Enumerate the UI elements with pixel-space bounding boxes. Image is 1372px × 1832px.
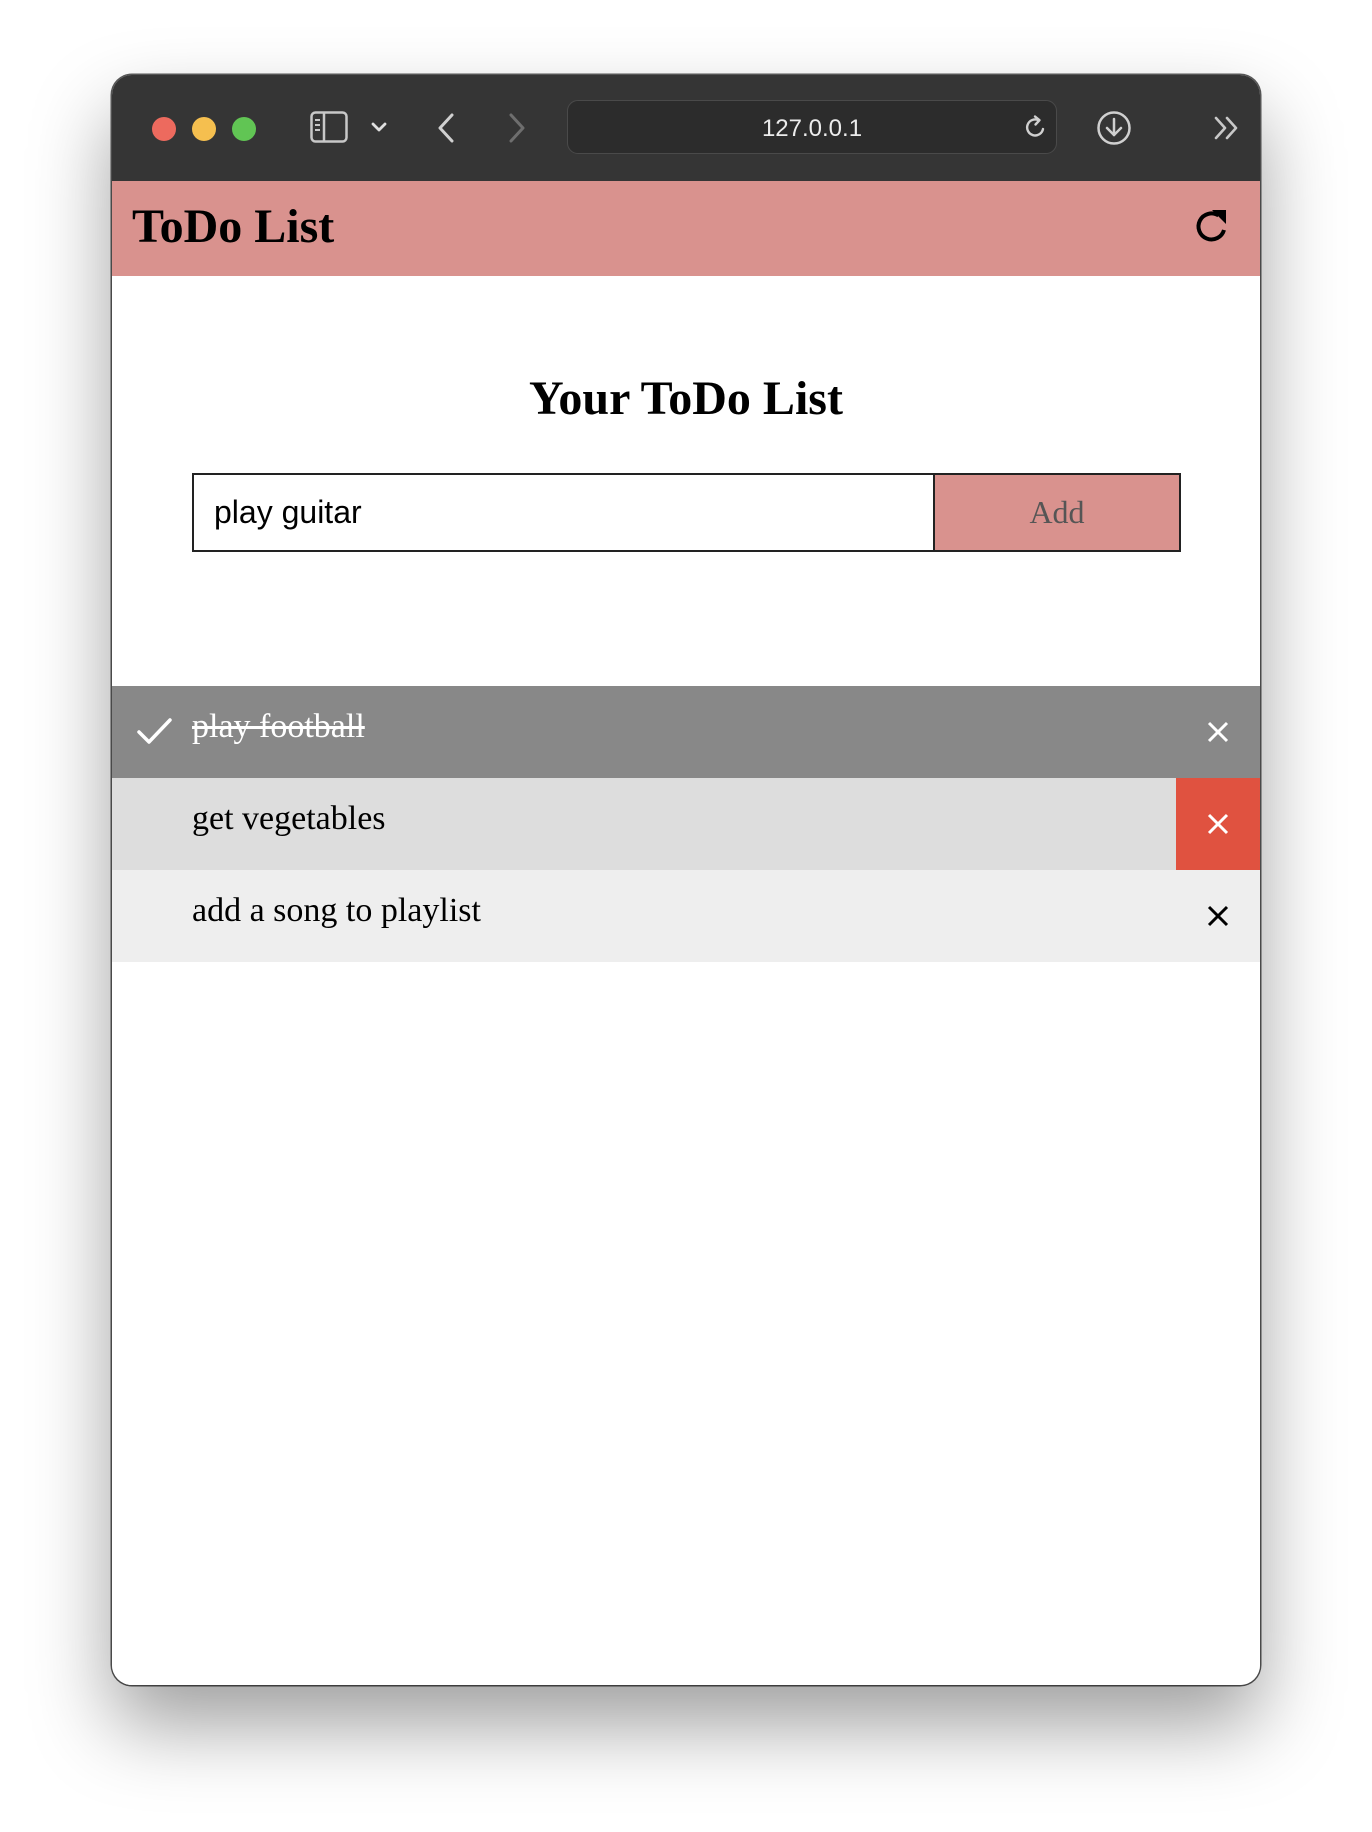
- zoom-window-button[interactable]: [232, 117, 256, 141]
- page-content: ToDo List Your ToDo List Add play footba…: [112, 181, 1260, 1685]
- delete-item-button[interactable]: [1176, 686, 1260, 778]
- sidebar-icon[interactable]: [310, 111, 348, 143]
- reload-icon[interactable]: [1024, 114, 1048, 140]
- back-icon[interactable]: [434, 112, 458, 144]
- delete-item-button[interactable]: [1176, 870, 1260, 962]
- list-heading: Your ToDo List: [529, 372, 843, 425]
- todo-item-text: play football: [192, 708, 365, 745]
- close-icon: [1207, 813, 1229, 835]
- close-icon: [1207, 721, 1229, 743]
- refresh-icon[interactable]: [1191, 206, 1233, 248]
- todo-list: play football get vegetables add a song …: [112, 686, 1260, 962]
- chevrons-right-icon[interactable]: [1212, 115, 1242, 141]
- forward-icon[interactable]: [505, 112, 529, 144]
- address-bar[interactable]: 127.0.0.1: [567, 100, 1057, 154]
- check-icon: [137, 718, 172, 744]
- todo-item-text: get vegetables: [192, 800, 386, 837]
- minimize-window-button[interactable]: [192, 117, 216, 141]
- close-window-button[interactable]: [152, 117, 176, 141]
- app-header: ToDo List: [112, 181, 1260, 276]
- chevron-down-icon[interactable]: [370, 120, 388, 134]
- delete-item-button[interactable]: [1176, 778, 1260, 870]
- download-icon[interactable]: [1095, 109, 1133, 147]
- todo-input[interactable]: [192, 473, 934, 552]
- close-icon: [1207, 905, 1229, 927]
- todo-item-checked[interactable]: play football: [112, 686, 1260, 778]
- todo-item-text: add a song to playlist: [192, 892, 481, 929]
- add-button[interactable]: Add: [933, 473, 1181, 552]
- url-text: 127.0.0.1: [761, 115, 863, 142]
- todo-item[interactable]: get vegetables: [112, 778, 1260, 870]
- browser-window: 127.0.0.1 ToDo List Your ToDo List Ad: [112, 75, 1260, 1685]
- browser-toolbar: 127.0.0.1: [112, 75, 1260, 182]
- app-title: ToDo List: [132, 200, 335, 253]
- todo-item[interactable]: add a song to playlist: [112, 870, 1260, 962]
